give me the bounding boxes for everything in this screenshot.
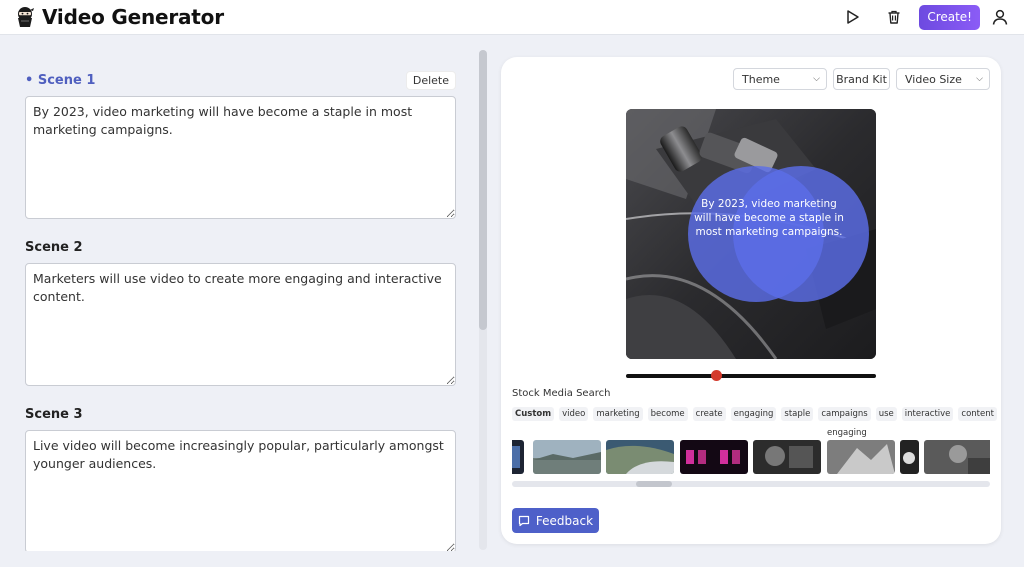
- stock-thumbnail[interactable]: [606, 440, 674, 474]
- chat-bubble-icon: [518, 515, 530, 526]
- preview-toolbar: Theme ⌵ Brand Kit Video Size ⌵: [733, 68, 990, 90]
- app-title: Video Generator: [42, 5, 224, 29]
- stock-keyword-tags: Custom video marketing become create engaging…: [512, 407, 997, 421]
- scene-title[interactable]: Scene 3: [25, 407, 83, 422]
- chevron-down-icon: ⌵: [813, 74, 820, 84]
- scene-text-input[interactable]: By 2023, video marketing will have becom…: [25, 96, 456, 219]
- scrollbar-thumb[interactable]: [636, 481, 672, 487]
- app-header: Video Generator Create!: [0, 0, 1024, 35]
- feedback-button[interactable]: Feedback: [512, 508, 599, 533]
- stock-thumbnail[interactable]: [900, 440, 919, 474]
- video-timeline-slider[interactable]: [626, 370, 876, 381]
- scene-card-3: Scene 3 Live video will become increasin…: [25, 404, 456, 551]
- keyword-tag[interactable]: content: [958, 407, 997, 421]
- trash-icon: [888, 10, 900, 24]
- keyword-tag[interactable]: use: [875, 407, 897, 421]
- delete-scene-button[interactable]: Delete: [405, 70, 456, 90]
- stock-media-search-label: Stock Media Search: [512, 388, 611, 399]
- keyword-tag[interactable]: engaging: [730, 407, 777, 421]
- delete-video-button[interactable]: [882, 5, 906, 29]
- play-icon: [847, 10, 860, 24]
- thumbnail-tooltip: engaging: [827, 428, 867, 438]
- scrollbar-thumb[interactable]: [479, 50, 487, 330]
- stock-thumbnail[interactable]: [753, 440, 821, 474]
- chevron-down-icon: ⌵: [976, 74, 983, 84]
- thumbnail-scrollbar[interactable]: [512, 481, 990, 487]
- scene-title[interactable]: Scene 2: [25, 240, 83, 255]
- keyword-tag[interactable]: staple: [781, 407, 814, 421]
- video-size-select[interactable]: Video Size ⌵: [896, 68, 990, 90]
- keyword-tag[interactable]: interactive: [901, 407, 954, 421]
- keyword-tag[interactable]: become: [647, 407, 688, 421]
- keyword-tag[interactable]: create: [692, 407, 726, 421]
- user-account-button[interactable]: [988, 5, 1012, 29]
- keyword-tag[interactable]: campaigns: [818, 407, 871, 421]
- video-size-label: Video Size: [905, 72, 962, 86]
- keyword-tag[interactable]: video: [559, 407, 589, 421]
- stock-thumbnail[interactable]: [512, 440, 524, 474]
- play-button[interactable]: [841, 5, 865, 29]
- scene-list: • Scene 1 Delete By 2023, video marketin…: [0, 36, 478, 551]
- video-preview[interactable]: By 2023, video marketing will have becom…: [626, 109, 876, 359]
- brand-kit-button[interactable]: Brand Kit: [833, 68, 890, 90]
- scene-card-1: • Scene 1 Delete By 2023, video marketin…: [25, 70, 456, 219]
- user-icon: [992, 9, 1008, 25]
- stock-thumbnail[interactable]: [924, 440, 990, 474]
- ninja-mascot-icon: [14, 6, 36, 28]
- stock-thumbnail[interactable]: [680, 440, 748, 474]
- timeline-handle[interactable]: [710, 370, 722, 381]
- stock-thumbnail[interactable]: [827, 440, 895, 474]
- scene-text-input[interactable]: Marketers will use video to create more …: [25, 263, 456, 386]
- brand-kit-label: Brand Kit: [836, 72, 887, 86]
- feedback-label: Feedback: [535, 513, 594, 528]
- scene-title[interactable]: • Scene 1: [25, 73, 95, 88]
- stock-thumbnail[interactable]: [533, 440, 601, 474]
- keyword-tag[interactable]: marketing: [593, 407, 643, 421]
- scene-list-scrollbar[interactable]: [479, 50, 487, 550]
- create-button[interactable]: Create!: [919, 4, 980, 30]
- stock-media-thumbnails: [512, 440, 990, 474]
- scene-caption-overlay: By 2023, video marketing will have becom…: [694, 198, 844, 238]
- scene-card-2: Scene 2 Marketers will use video to crea…: [25, 237, 456, 386]
- scene-text-input[interactable]: Live video will become increasingly popu…: [25, 430, 456, 551]
- keyword-tag[interactable]: Custom: [512, 407, 555, 421]
- theme-select-label: Theme: [742, 72, 780, 86]
- theme-select[interactable]: Theme ⌵: [733, 68, 827, 90]
- preview-panel: Theme ⌵ Brand Kit Video Size ⌵ By 2023, …: [501, 57, 1001, 544]
